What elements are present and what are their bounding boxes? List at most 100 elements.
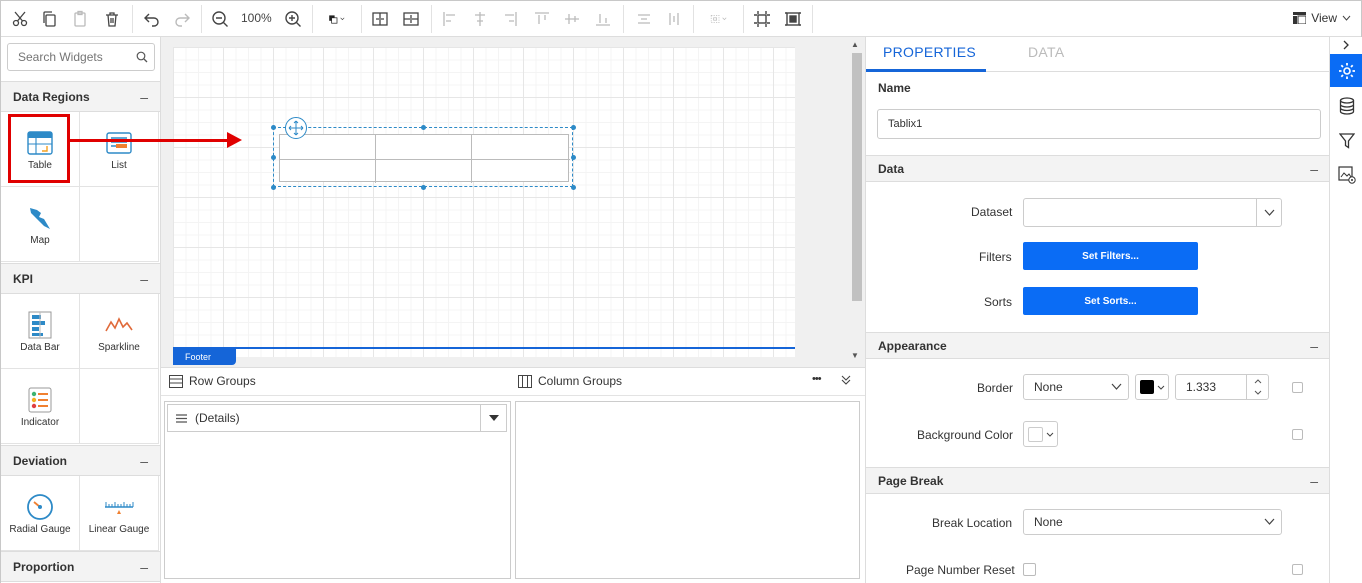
border-checkbox[interactable] [1292,382,1303,393]
width-spinner[interactable] [1246,375,1268,399]
more-options-icon[interactable]: ••• [812,373,822,385]
properties-gear-icon[interactable] [1330,54,1362,87]
section-kpi[interactable]: KPI – [1,263,160,294]
report-design-surface[interactable]: Footer [173,47,795,365]
scroll-thumb[interactable] [852,53,862,301]
page-number-reset-default-checkbox[interactable] [1292,564,1303,575]
search-box[interactable] [7,43,155,71]
copy-icon[interactable] [39,7,61,31]
image-settings-icon[interactable] [1330,158,1362,191]
collapse-icon[interactable]: – [1310,161,1318,177]
align-center-icon[interactable] [469,7,491,31]
zoom-in-icon[interactable] [282,7,304,31]
details-group-item[interactable]: (Details) [167,404,507,432]
border-style-select[interactable]: None [1023,374,1129,400]
tablix-grid[interactable] [279,134,570,183]
page-number-reset-checkbox[interactable] [1023,563,1036,576]
details-dropdown[interactable] [480,405,506,431]
section-page-break[interactable]: Page Break – [866,467,1329,494]
order-dropdown-icon[interactable] [321,7,353,31]
expand-rail-icon[interactable] [1330,37,1362,53]
collapse-icon[interactable]: – [140,559,148,575]
properties-panel: PROPERTIES DATA Name Tablix1 Data – Data… [865,37,1329,583]
dataset-select[interactable] [1023,198,1282,227]
insert-column-icon[interactable] [369,7,391,31]
resize-handle[interactable] [271,155,276,160]
scroll-up-icon[interactable]: ▲ [851,40,859,49]
align-right-icon[interactable] [499,7,521,31]
resize-handle[interactable] [571,125,576,130]
section-proportion[interactable]: Proportion – [1,551,160,582]
delete-icon[interactable] [101,7,123,31]
distribute-horizontal-icon[interactable] [633,7,655,31]
paste-icon[interactable] [69,7,91,31]
resize-handle[interactable] [421,185,426,190]
tab-properties[interactable]: PROPERTIES [883,44,976,60]
background-color-picker[interactable] [1023,421,1058,447]
align-left-icon[interactable] [439,7,461,31]
align-middle-icon[interactable] [561,7,583,31]
insert-row-icon[interactable] [400,7,422,31]
tablix-item[interactable] [271,117,576,190]
set-sorts-button[interactable]: Set Sorts... [1023,287,1198,315]
widget-empty [80,369,159,444]
collapse-panel-icon[interactable] [841,375,851,385]
canvas-scrollbar[interactable]: ▲ ▼ [849,37,863,367]
dataset-dropdown-button[interactable] [1256,199,1281,226]
collapse-icon[interactable]: – [1310,338,1318,354]
section-appearance[interactable]: Appearance – [866,332,1329,359]
align-top-icon[interactable] [531,7,553,31]
search-input[interactable] [18,50,128,64]
scroll-down-icon[interactable]: ▼ [851,351,859,360]
color-swatch [1028,426,1043,442]
collapse-icon[interactable]: – [1310,473,1318,489]
move-handle-icon[interactable] [285,117,307,139]
name-input[interactable]: Tablix1 [877,109,1321,139]
widget-list[interactable]: List [80,112,159,187]
resize-handle[interactable] [271,185,276,190]
spin-up-icon[interactable] [1254,379,1262,384]
distribute-vertical-icon[interactable] [663,7,685,31]
widget-data-bar[interactable]: Data Bar [1,294,80,369]
spin-down-icon[interactable] [1254,390,1262,395]
section-data-regions[interactable]: Data Regions – [1,81,160,112]
widget-map[interactable]: Map [1,187,80,262]
group-dropdown-icon[interactable] [703,7,735,31]
redo-icon[interactable] [171,7,193,31]
section-deviation[interactable]: Deviation – [1,445,160,476]
collapse-icon[interactable]: – [140,271,148,287]
drag-handle-icon[interactable] [176,413,187,423]
collapse-icon[interactable]: – [140,453,148,469]
database-icon[interactable] [1330,89,1362,122]
zoom-out-icon[interactable] [209,7,231,31]
filter-icon[interactable] [1330,124,1362,157]
collapse-icon[interactable]: – [140,89,148,105]
border-width-input[interactable]: 1.333 [1175,374,1269,400]
view-menu-button[interactable]: View [1293,11,1351,25]
footer-label[interactable]: Footer [173,349,236,365]
section-data[interactable]: Data – [866,155,1329,182]
search-icon[interactable] [136,51,148,63]
chevron-down-icon [1264,518,1275,525]
tab-data[interactable]: DATA [1028,44,1064,60]
fit-page-icon[interactable] [782,7,804,31]
widget-linear-gauge[interactable]: Linear Gauge [80,476,159,551]
widget-empty [80,187,159,262]
set-filters-button[interactable]: Set Filters... [1023,242,1198,270]
background-checkbox[interactable] [1292,429,1303,440]
widget-radial-gauge[interactable]: Radial Gauge [1,476,80,551]
resize-handle[interactable] [421,125,426,130]
widget-sparkline[interactable]: Sparkline [80,294,159,369]
widget-indicator[interactable]: Indicator [1,369,80,444]
break-location-select[interactable]: None [1023,509,1282,535]
border-color-picker[interactable] [1135,374,1169,400]
column-groups-list [515,401,860,579]
resize-handle[interactable] [271,125,276,130]
resize-handle[interactable] [571,185,576,190]
properties-tabs: PROPERTIES DATA [866,37,1329,72]
undo-icon[interactable] [141,7,163,31]
resize-handle[interactable] [571,155,576,160]
cut-icon[interactable] [9,7,31,31]
fit-width-icon[interactable] [751,7,773,31]
align-bottom-icon[interactable] [592,7,614,31]
